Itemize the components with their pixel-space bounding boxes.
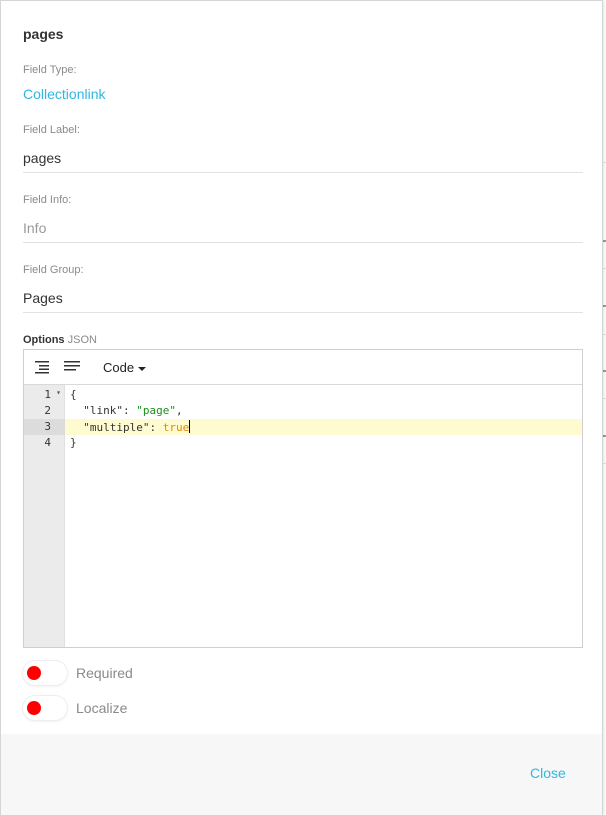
code-token-key: "link" [70, 404, 123, 417]
toggle-knob [27, 701, 41, 715]
code-line-active: "multiple": true [65, 419, 582, 435]
line-number-active: 3 [24, 419, 65, 435]
format-json-icon[interactable] [33, 358, 51, 376]
options-label-suffix: JSON [67, 334, 97, 346]
required-toggle-label: Required [76, 665, 133, 681]
close-button[interactable]: Close [530, 765, 566, 781]
modal-title: pages [23, 26, 64, 42]
localize-toggle-label: Localize [76, 700, 128, 716]
code-token-string: "page" [136, 404, 176, 417]
line-number-text: 3 [44, 420, 51, 433]
code-line: "link": "page", [65, 403, 582, 419]
line-number: 2 [24, 403, 65, 419]
code-token-boolean: true [162, 421, 190, 434]
code-token-sep: : [149, 421, 163, 434]
field-label-field[interactable] [23, 143, 583, 173]
modal-body: pages Field Type: Collectionlink Field L… [1, 1, 602, 734]
code-line: { [65, 387, 582, 403]
options-label-text: Options [23, 334, 65, 346]
field-group-label: Field Group: [23, 264, 84, 276]
chevron-down-icon [138, 366, 147, 371]
line-number: 1 ▾ [24, 387, 65, 403]
code-token-key: "multiple" [70, 421, 150, 434]
compact-json-icon[interactable] [63, 358, 81, 376]
code-token-comma: , [175, 404, 183, 417]
field-label-input[interactable] [23, 150, 583, 166]
field-settings-modal: pages Field Type: Collectionlink Field L… [0, 0, 603, 815]
field-group-input[interactable] [23, 290, 583, 306]
modal-footer [1, 734, 602, 815]
toggle-knob [27, 666, 41, 680]
field-info-input[interactable] [23, 220, 583, 236]
editor-toolbar: Code [24, 350, 582, 385]
fold-arrow-icon[interactable]: ▾ [56, 388, 61, 397]
editor-mode-dropdown[interactable]: Code [103, 360, 147, 375]
editor-code-area[interactable]: { "link": "page", "multiple": true } [65, 385, 582, 647]
localize-toggle[interactable] [23, 696, 67, 720]
line-number: 4 [24, 435, 65, 451]
line-number-text: 1 [44, 388, 51, 401]
code-token: { [70, 388, 77, 401]
editor-mode-label: Code [103, 360, 135, 375]
line-number-text: 2 [44, 404, 51, 417]
editor-gutter: 1 ▾ 2 3 4 [24, 385, 65, 647]
json-editor[interactable]: Code 1 ▾ 2 3 4 { "link": "page", "multip… [23, 349, 583, 648]
field-type-label: Field Type: [23, 64, 77, 76]
field-info-label: Field Info: [23, 194, 72, 206]
options-label: Options JSON [23, 334, 97, 346]
field-info-field[interactable] [23, 213, 583, 243]
code-token-sep: : [122, 404, 137, 417]
field-label-label: Field Label: [23, 124, 80, 136]
code-token: } [70, 436, 77, 449]
field-type-value: Collectionlink [23, 86, 106, 102]
code-line: } [65, 435, 582, 451]
line-number-text: 4 [44, 436, 51, 449]
required-toggle[interactable] [23, 661, 67, 685]
field-group-field[interactable] [23, 283, 583, 313]
text-cursor [189, 420, 191, 433]
